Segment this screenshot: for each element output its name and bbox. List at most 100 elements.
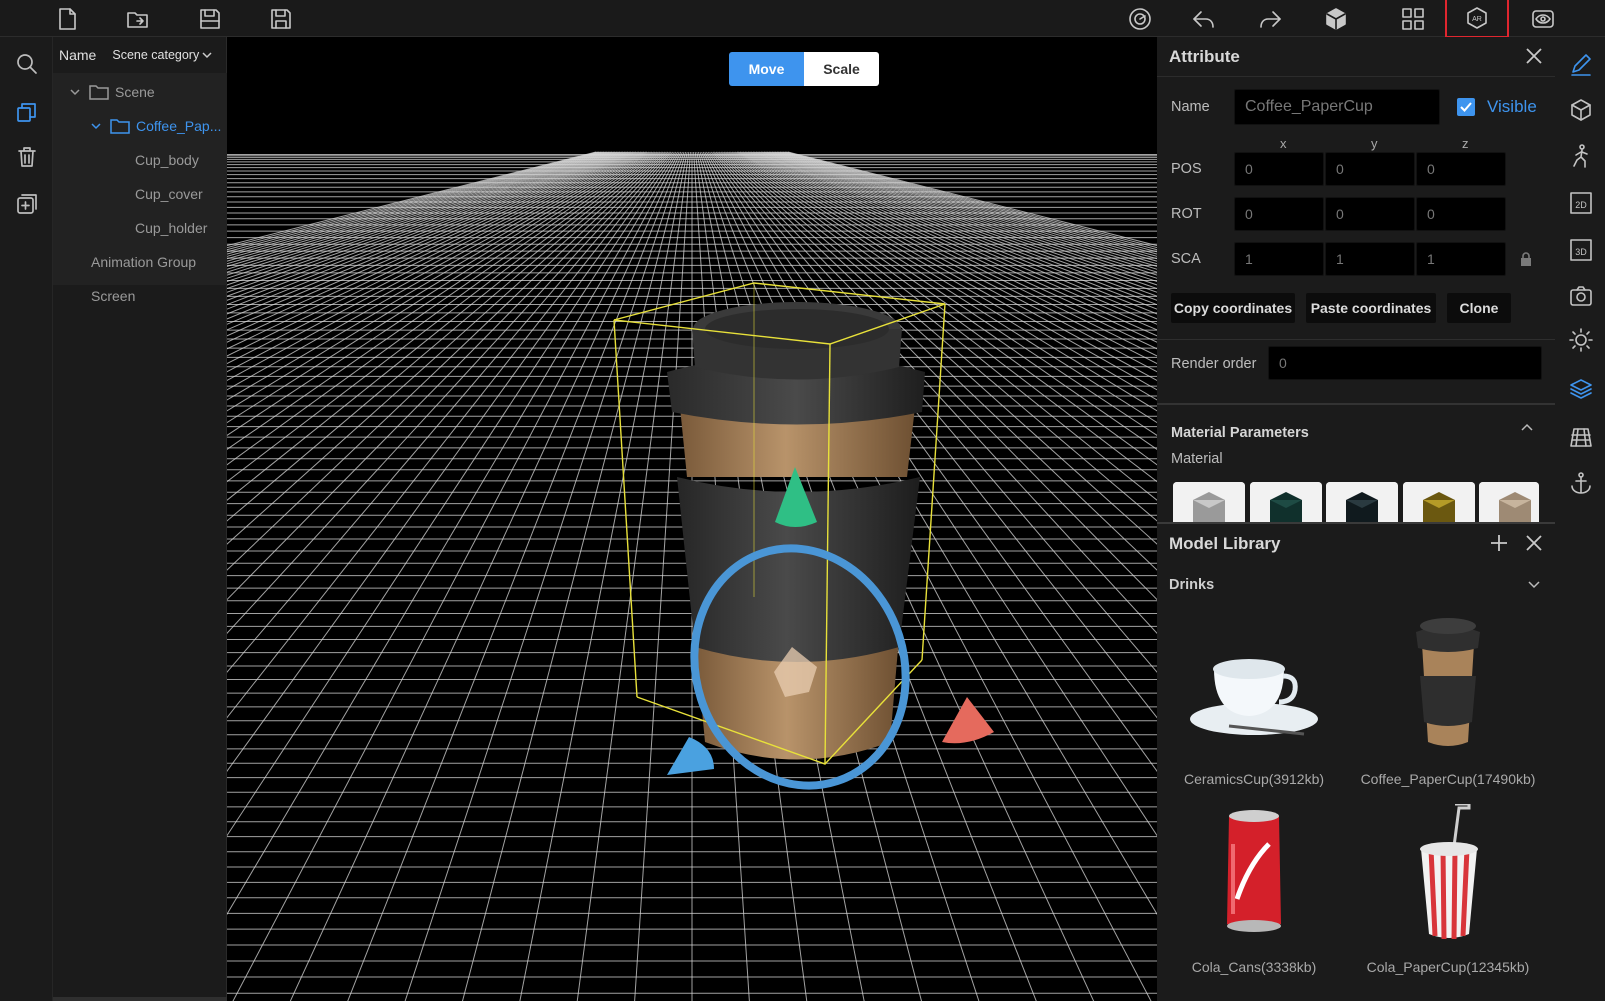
layers-icon[interactable] bbox=[12, 97, 42, 127]
y-axis-handle[interactable] bbox=[775, 467, 817, 527]
tree-item-scene[interactable]: Scene bbox=[53, 75, 227, 109]
axis-x-label: x bbox=[1280, 136, 1287, 151]
close-icon[interactable] bbox=[1523, 532, 1545, 554]
add-model-icon[interactable] bbox=[1488, 532, 1510, 554]
material-thumb-green[interactable] bbox=[1250, 482, 1322, 522]
eye-icon[interactable] bbox=[1527, 3, 1559, 35]
visible-label: Visible bbox=[1487, 97, 1537, 116]
rot-label: ROT bbox=[1171, 206, 1202, 222]
figure-icon[interactable] bbox=[1566, 141, 1596, 171]
scale-mode-button[interactable]: Scale bbox=[804, 52, 879, 86]
light-icon[interactable] bbox=[1566, 325, 1596, 355]
axis-z-label: z bbox=[1462, 136, 1469, 151]
sca-y-input[interactable]: 1 bbox=[1325, 242, 1415, 276]
drinks-category-dropdown[interactable]: Drinks bbox=[1169, 572, 1541, 598]
check-icon bbox=[1460, 102, 1472, 112]
rot-y-input[interactable]: 0 bbox=[1325, 197, 1415, 231]
scene-tree-panel: Name Scene category Scene Coffee_Pap... … bbox=[53, 37, 227, 1001]
pos-x-input[interactable]: 0 bbox=[1234, 152, 1324, 186]
attribute-panel-header: Attribute bbox=[1157, 37, 1555, 77]
horizontal-scrollbar[interactable] bbox=[53, 997, 227, 1001]
chevron-down-icon[interactable] bbox=[69, 86, 81, 98]
render-order-input[interactable]: 0 bbox=[1268, 346, 1542, 380]
tree-item-animation-group[interactable]: Animation Group bbox=[53, 245, 227, 279]
undo-icon[interactable] bbox=[1188, 3, 1220, 35]
rot-z-input[interactable]: 0 bbox=[1416, 197, 1506, 231]
camera-icon[interactable] bbox=[1566, 281, 1596, 311]
material-thumb-wood[interactable] bbox=[1479, 482, 1539, 522]
3d-icon[interactable]: 3D bbox=[1566, 235, 1596, 265]
material-thumb-gold[interactable] bbox=[1403, 482, 1475, 522]
clone-button[interactable]: Clone bbox=[1447, 293, 1511, 323]
library-item-ceramics-cup[interactable]: CeramicsCup(3912kb) bbox=[1159, 614, 1349, 794]
library-item-cola-cans[interactable]: Cola_Cans(3338kb) bbox=[1159, 804, 1349, 984]
2d-icon[interactable]: 2D bbox=[1566, 188, 1596, 218]
paste-coordinates-button[interactable]: Paste coordinates bbox=[1306, 293, 1436, 323]
anchor-icon[interactable] bbox=[1566, 468, 1596, 498]
search-icon[interactable] bbox=[12, 49, 42, 79]
tree-col-name: Name bbox=[59, 47, 97, 63]
name-field[interactable]: Coffee_PaperCup bbox=[1234, 89, 1440, 125]
tree-item-coffee-papercup[interactable]: Coffee_Pap... bbox=[53, 109, 227, 143]
cube-icon[interactable] bbox=[1320, 3, 1352, 35]
tree-item-label: Scene bbox=[115, 84, 155, 100]
model-library-title: Model Library bbox=[1169, 534, 1281, 553]
chevron-down-icon bbox=[1528, 581, 1540, 589]
pos-z-input[interactable]: 0 bbox=[1416, 152, 1506, 186]
library-item-name: Cola_Cans(3338kb) bbox=[1191, 959, 1317, 975]
redo-icon[interactable] bbox=[1254, 3, 1286, 35]
library-item-name: Cola_PaperCup(12345kb) bbox=[1366, 959, 1530, 975]
add-icon[interactable] bbox=[12, 189, 42, 219]
box-icon[interactable] bbox=[1566, 95, 1596, 125]
library-item-cola-papercup[interactable]: Cola_PaperCup(12345kb) bbox=[1353, 804, 1543, 984]
tree-item-cup-cover[interactable]: Cup_cover bbox=[53, 177, 227, 211]
move-mode-button[interactable]: Move bbox=[729, 52, 804, 86]
chevron-up-icon[interactable] bbox=[1520, 421, 1534, 433]
save-icon[interactable] bbox=[194, 3, 226, 35]
material-thumb-silver[interactable] bbox=[1173, 482, 1245, 522]
top-toolbar: AR bbox=[0, 0, 1605, 38]
open-folder-icon[interactable] bbox=[122, 3, 154, 35]
trash-icon[interactable] bbox=[12, 142, 42, 172]
rot-x-input[interactable]: 0 bbox=[1234, 197, 1324, 231]
chevron-down-icon bbox=[202, 52, 212, 59]
transform-gizmo[interactable] bbox=[227, 37, 1157, 1001]
visible-checkbox[interactable] bbox=[1457, 98, 1475, 116]
tree-item-label: Coffee_Pap... bbox=[136, 118, 222, 134]
material-parameters-header: Material Parameters bbox=[1171, 425, 1309, 441]
chevron-down-icon[interactable] bbox=[90, 120, 102, 132]
ar-label: AR bbox=[1472, 16, 1482, 23]
z-axis-handle[interactable] bbox=[667, 737, 714, 775]
target-icon[interactable] bbox=[1124, 3, 1156, 35]
tree-item-screen[interactable]: Screen bbox=[53, 279, 227, 313]
attribute-title: Attribute bbox=[1169, 46, 1240, 66]
ar-icon[interactable]: AR bbox=[1445, 0, 1509, 38]
folder-icon bbox=[110, 119, 130, 134]
grid-icon[interactable] bbox=[1397, 3, 1429, 35]
layers-stack-icon[interactable] bbox=[1566, 374, 1596, 404]
mesh-icon[interactable] bbox=[1566, 422, 1596, 452]
library-item-coffee-papercup[interactable]: Coffee_PaperCup(17490kb) bbox=[1353, 614, 1543, 794]
center-handle[interactable] bbox=[774, 647, 817, 697]
pos-y-input[interactable]: 0 bbox=[1325, 152, 1415, 186]
lock-icon[interactable] bbox=[1519, 251, 1533, 267]
copy-coordinates-button[interactable]: Copy coordinates bbox=[1171, 293, 1295, 323]
model-library-header: Model Library bbox=[1157, 524, 1555, 564]
close-icon[interactable] bbox=[1523, 45, 1545, 67]
sca-x-input[interactable]: 1 bbox=[1234, 242, 1324, 276]
3d-viewport[interactable]: Move Scale bbox=[227, 37, 1157, 1001]
folder-icon bbox=[89, 85, 109, 100]
pencil-icon[interactable] bbox=[1566, 49, 1596, 79]
save-as-icon[interactable] bbox=[265, 3, 297, 35]
pos-label: POS bbox=[1171, 161, 1202, 177]
new-file-icon[interactable] bbox=[51, 3, 83, 35]
render-order-label: Render order bbox=[1171, 356, 1257, 372]
scene-category-dropdown[interactable]: Scene category bbox=[112, 48, 213, 62]
sca-z-input[interactable]: 1 bbox=[1416, 242, 1506, 276]
x-axis-handle[interactable] bbox=[942, 697, 994, 744]
tree-item-cup-body[interactable]: Cup_body bbox=[53, 143, 227, 177]
left-tool-rail bbox=[0, 37, 53, 1001]
tree-item-cup-holder[interactable]: Cup_holder bbox=[53, 211, 227, 245]
tree-item-label: Cup_holder bbox=[135, 220, 208, 236]
material-thumb-dark[interactable] bbox=[1326, 482, 1398, 522]
